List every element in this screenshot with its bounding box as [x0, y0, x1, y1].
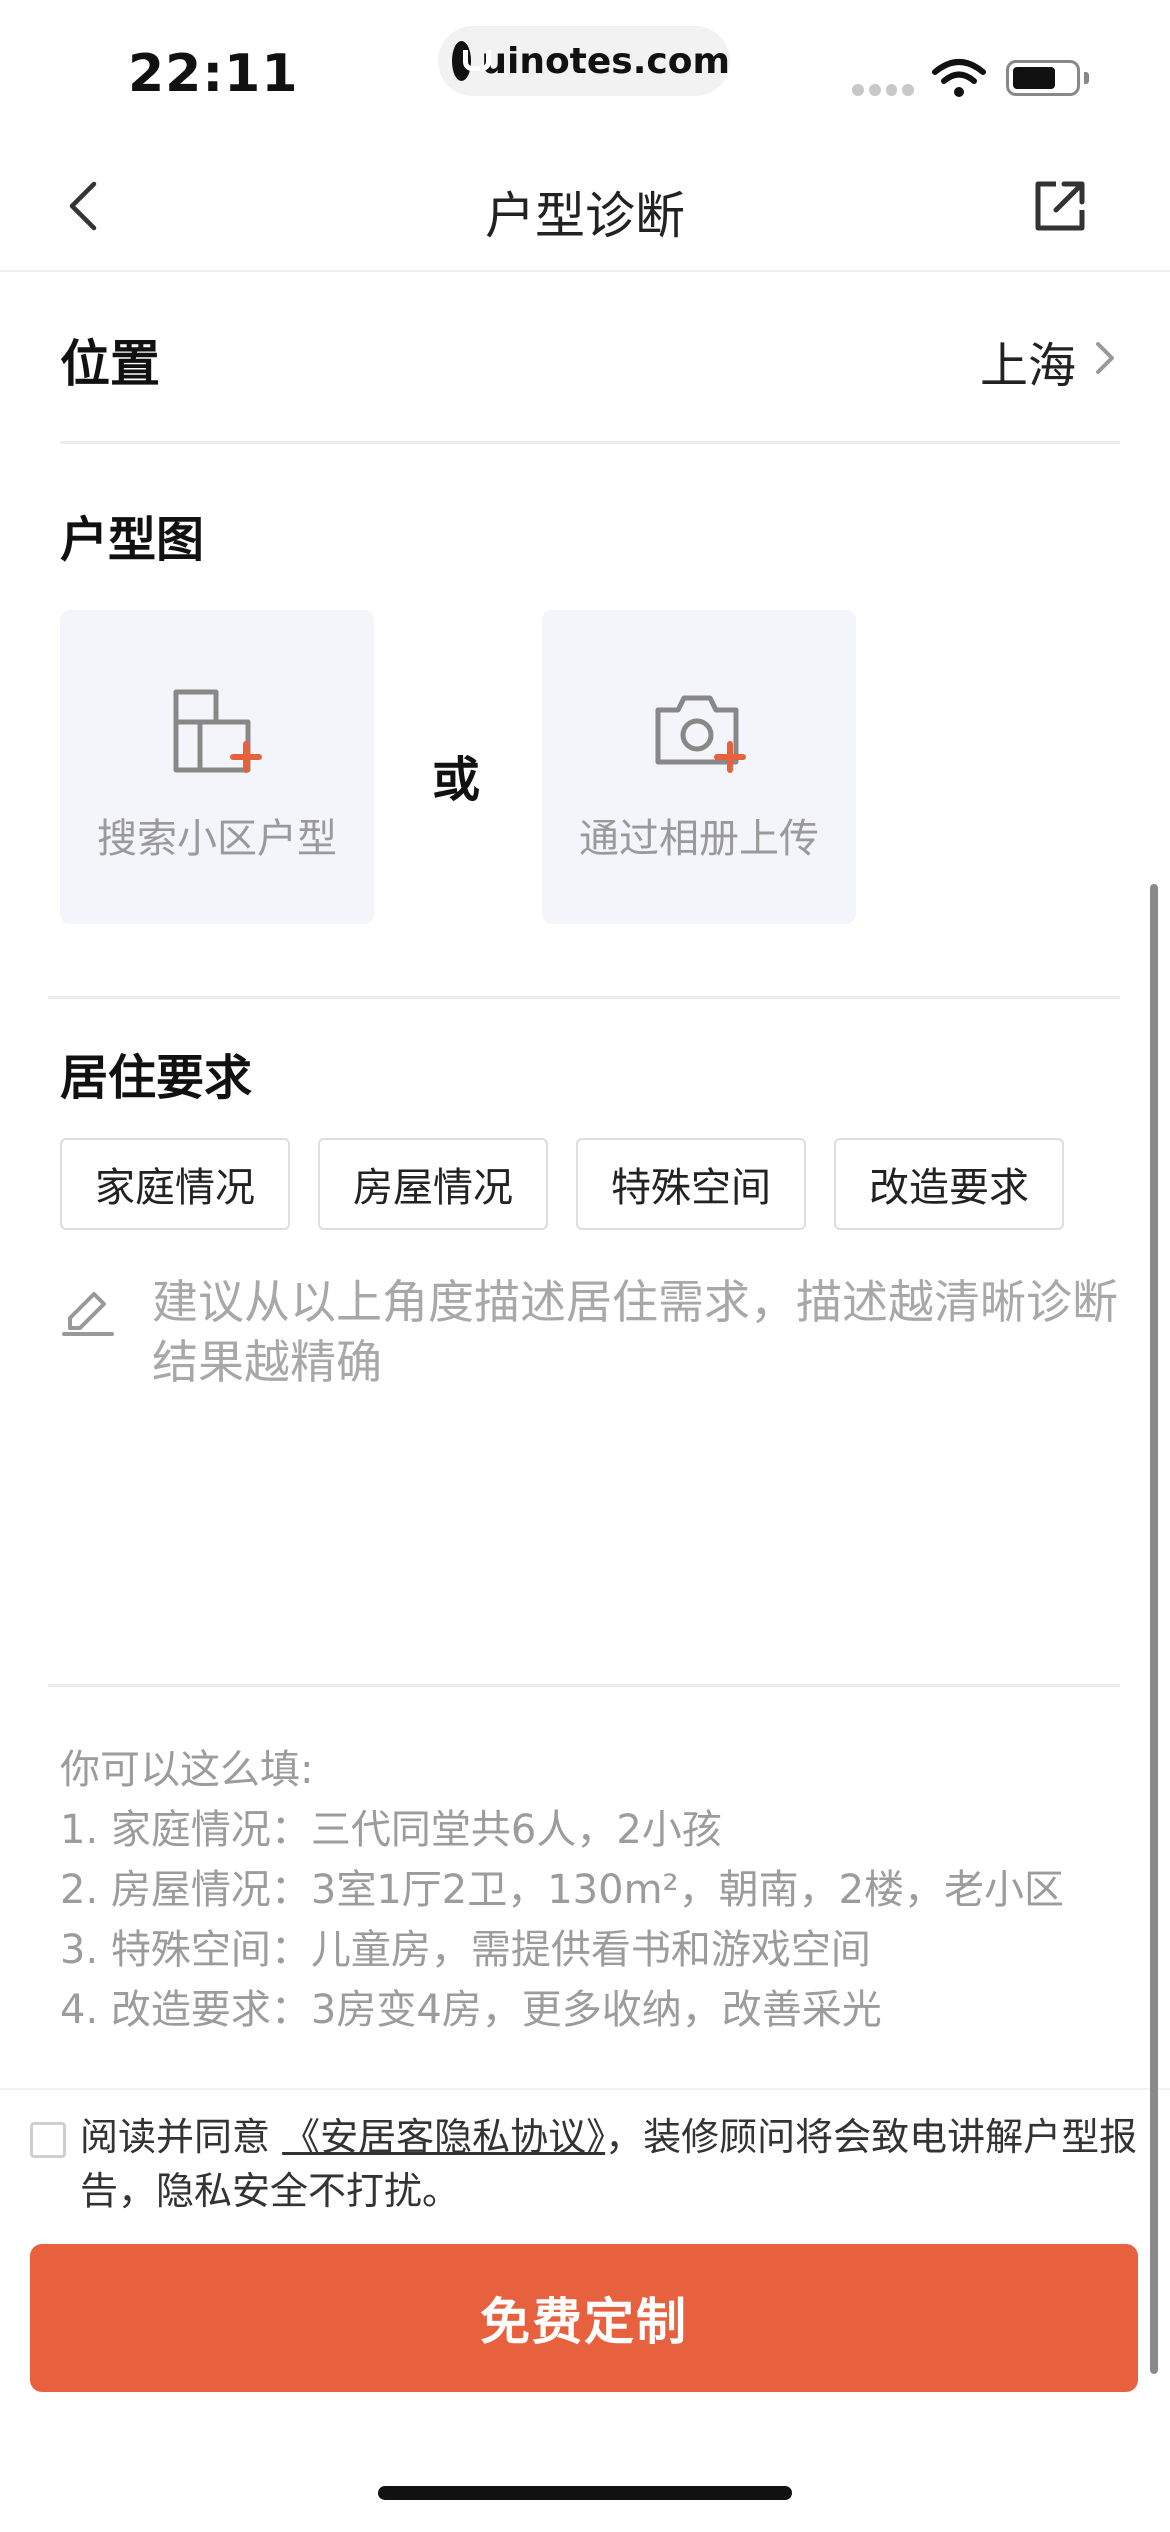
tag-special-space[interactable]: 特殊空间 [576, 1138, 806, 1230]
location-label: 位置 [60, 335, 160, 393]
battery-icon [1006, 60, 1080, 96]
location-row[interactable]: 位置 上海 [60, 272, 1120, 444]
url-pill[interactable]: uinotes.com [438, 26, 730, 96]
tag-renovation[interactable]: 改造要求 [834, 1138, 1064, 1230]
nav-bar: 户型诊断 [0, 140, 1170, 272]
scrollbar[interactable] [1150, 884, 1158, 2374]
agreement-checkbox[interactable] [30, 2122, 66, 2158]
tag-house[interactable]: 房屋情况 [318, 1138, 548, 1230]
search-community-floor-plan-button[interactable]: 搜索小区户型 [60, 610, 374, 924]
example-line: 1. 家庭情况：三代同堂共6人，2小孩 [60, 1807, 722, 1853]
example-line: 3. 特殊空间：儿童房，需提供看书和游戏空间 [60, 1927, 871, 1973]
pencil-icon [62, 1292, 114, 1336]
site-logo-icon [452, 41, 492, 81]
upload-from-album-button[interactable]: 通过相册上传 [542, 610, 856, 924]
location-value: 上海 [979, 338, 1076, 394]
or-text: 或 [432, 752, 481, 808]
privacy-policy-link[interactable]: 《安居客隐私协议》 [282, 2115, 605, 2159]
chevron-right-icon [1096, 342, 1114, 374]
agreement-prefix: 阅读并同意 [80, 2115, 283, 2159]
home-indicator [378, 2486, 792, 2500]
bottom-separator [0, 2088, 1170, 2090]
cellular-signal-icon [852, 84, 914, 96]
floor-plan-add-icon [173, 689, 262, 773]
wifi-icon [932, 59, 986, 97]
battery-tip [1084, 72, 1089, 84]
section-divider-2 [48, 1684, 1120, 1687]
share-icon[interactable] [1030, 176, 1090, 236]
example-line: 2. 房屋情况：3室1厅2卫，130m²，朝南，2楼，老小区 [60, 1867, 1065, 1913]
floor-plan-title: 户型图 [60, 512, 205, 568]
camera-add-icon [655, 695, 746, 773]
upload-album-label: 通过相册上传 [579, 816, 819, 862]
example-block: 你可以这么填: 1. 家庭情况：三代同堂共6人，2小孩 2. 房屋情况：3室1厅… [60, 1740, 1120, 2040]
requirements-placeholder: 建议从以上角度描述居住需求，描述越清晰诊断结果越精确 [152, 1275, 1118, 1389]
agreement-text: 阅读并同意 《安居客隐私协议》，装修顾问将会致电讲解户型报告，隐私安全不打扰。 [80, 2110, 1140, 2218]
tag-family[interactable]: 家庭情况 [60, 1138, 290, 1230]
url-text: uinotes.com [481, 40, 730, 82]
search-community-label: 搜索小区户型 [97, 816, 337, 862]
requirements-title: 居住要求 [60, 1050, 253, 1106]
page-title: 户型诊断 [485, 187, 685, 245]
example-line: 4. 改造要求：3房变4房，更多收纳，改善采光 [60, 1987, 882, 2033]
status-time: 22:11 [128, 44, 299, 104]
requirements-textarea[interactable]: 建议从以上角度描述居住需求，描述越清晰诊断结果越精确 [60, 1272, 1120, 1652]
free-customize-button[interactable]: 免费定制 [30, 2244, 1138, 2392]
example-heading: 你可以这么填: [60, 1747, 314, 1793]
section-divider [48, 996, 1120, 999]
status-bar: 22:11 uinotes.com [0, 0, 1170, 140]
